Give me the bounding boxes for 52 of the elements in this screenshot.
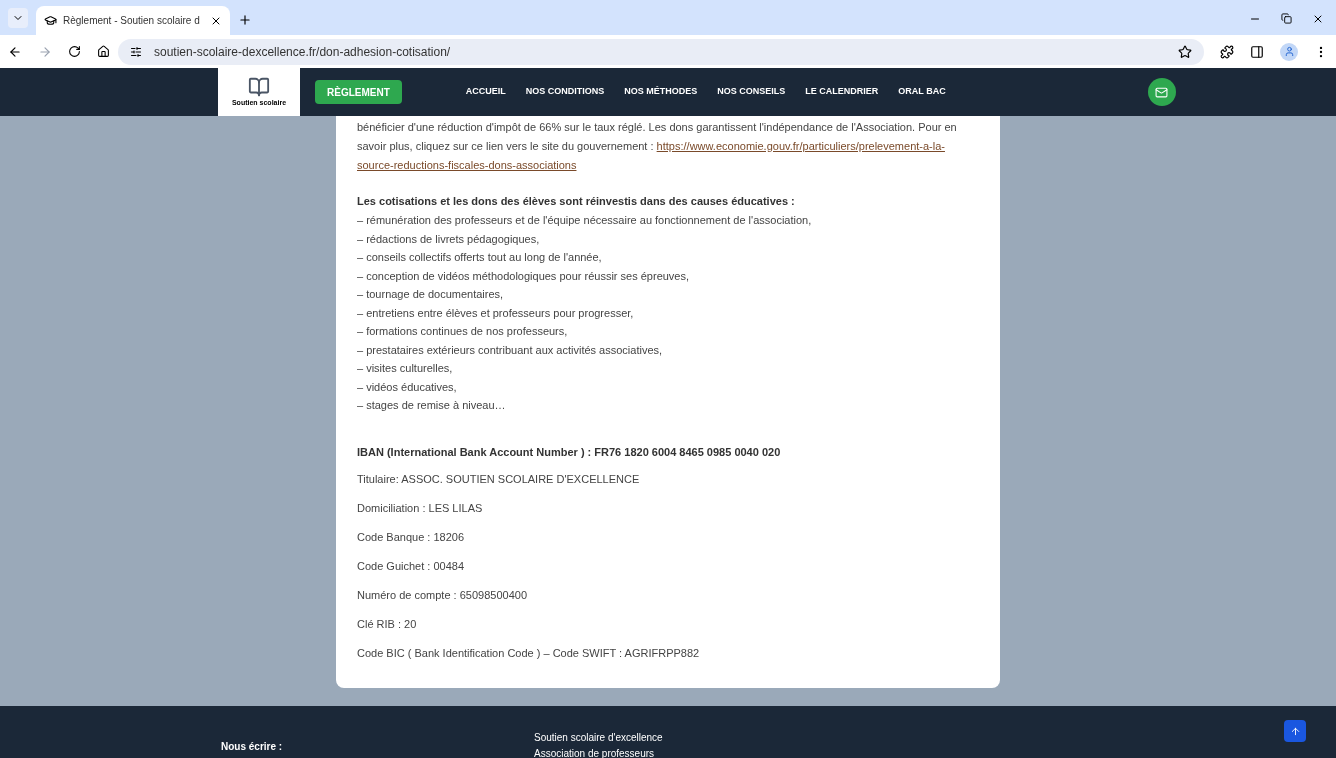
- list-item: – rédactions de livrets pédagogiques,: [357, 231, 541, 247]
- nav-link[interactable]: NOS CONSEILS: [717, 85, 786, 99]
- bank-detail: Clé RIB : 20: [357, 616, 418, 632]
- nav-link[interactable]: NOS MÉTHODES: [624, 85, 698, 99]
- back-to-top-button[interactable]: [1284, 720, 1306, 742]
- url-text: soutien-scolaire-dexcellence.fr/don-adhesion-cotisation/: [154, 43, 451, 61]
- mail-icon: [1155, 85, 1169, 99]
- iban-text: IBAN (International Bank Account Number ) : FR76 1820 6004 8465 0985 0040 020: [357, 444, 782, 460]
- list-item: – rémunération des professeurs et de l'équipe nécessaire au fonctionnement de l'association,: [357, 213, 813, 228]
- side-panel-icon[interactable]: [1250, 44, 1264, 59]
- site-info-icon[interactable]: [130, 45, 142, 58]
- bookmark-star-icon[interactable]: [1178, 44, 1192, 59]
- list-item: – prestataires extérieurs contribuant aux activités associatives,: [357, 342, 664, 358]
- list-item: – conception de vidéos méthodologiques pour réussir ses épreuves,: [357, 268, 691, 284]
- new-tab-icon[interactable]: [238, 13, 252, 27]
- favicon-icon: [44, 14, 57, 27]
- list-heading: Les cotisations et les dons des élèves sont réinvestis dans des causes éducatives :: [357, 194, 796, 209]
- list-item: – stages de remise à niveau…: [357, 398, 507, 413]
- list-item: – vidéos éducatives,: [357, 379, 458, 395]
- nav-link[interactable]: LE CALENDRIER: [805, 85, 879, 99]
- list-item: – tournage de documentaires,: [357, 287, 505, 302]
- nav-link[interactable]: ACCUEIL: [465, 85, 506, 99]
- footer-line: Soutien scolaire d'excellence: [534, 731, 663, 745]
- extensions-icon[interactable]: [1220, 44, 1234, 59]
- profile-icon[interactable]: [1280, 42, 1298, 61]
- contact-heading: Nous écrire :: [221, 740, 283, 754]
- bank-detail: Numéro de compte : 65098500400: [357, 587, 528, 603]
- government-link[interactable]: source-reductions-fiscales-dons-associations: [357, 159, 577, 171]
- list-item: – visites culturelles,: [357, 361, 454, 376]
- bank-detail: Domiciliation : LES LILAS: [357, 500, 484, 516]
- restore-icon[interactable]: [1281, 13, 1292, 24]
- arrow-up-icon: [1289, 725, 1301, 737]
- mail-button[interactable]: [1147, 78, 1176, 106]
- intro-text: bénéficier d'une réduction d'impôt de 66% sur le taux réglé. Les dons garantissent l'indépendance de l'Association. Pour en: [357, 120, 958, 135]
- intro-text: savoir plus, cliquez sur ce lien vers le site du gouvernement :: [357, 140, 654, 152]
- home-icon[interactable]: [97, 45, 110, 58]
- nav-link[interactable]: ORAL BAC: [898, 85, 946, 99]
- bank-detail: Code Guichet : 00484: [357, 558, 466, 574]
- bank-detail: Code BIC ( Bank Identification Code ) – Code SWIFT : AGRIFRPP882: [357, 645, 701, 661]
- list-item: – formations continues de nos professeurs,: [357, 324, 569, 339]
- back-icon[interactable]: [8, 44, 22, 59]
- government-link[interactable]: https://www.economie.gouv.fr/particuliers/prelevement-a-la-: [656, 140, 945, 152]
- list-item: – conseils collectifs offerts tout au long de l'année,: [357, 250, 603, 265]
- list-item: – entretiens entre élèves et professeurs pour progresser,: [357, 305, 635, 321]
- bank-detail: Titulaire: ASSOC. SOUTIEN SCOLAIRE D'EXCELLENCE: [357, 471, 641, 487]
- close-window-icon[interactable]: [1312, 13, 1324, 25]
- nav-link[interactable]: NOS CONDITIONS: [525, 85, 605, 99]
- address-bar[interactable]: soutien-scolaire-dexcellence.fr/don-adhesion-cotisation/: [118, 38, 1204, 65]
- tab-search-icon[interactable]: [8, 8, 28, 28]
- reload-icon[interactable]: [68, 45, 81, 58]
- book-icon: [248, 75, 270, 98]
- bank-detail: Code Banque : 18206: [357, 529, 466, 545]
